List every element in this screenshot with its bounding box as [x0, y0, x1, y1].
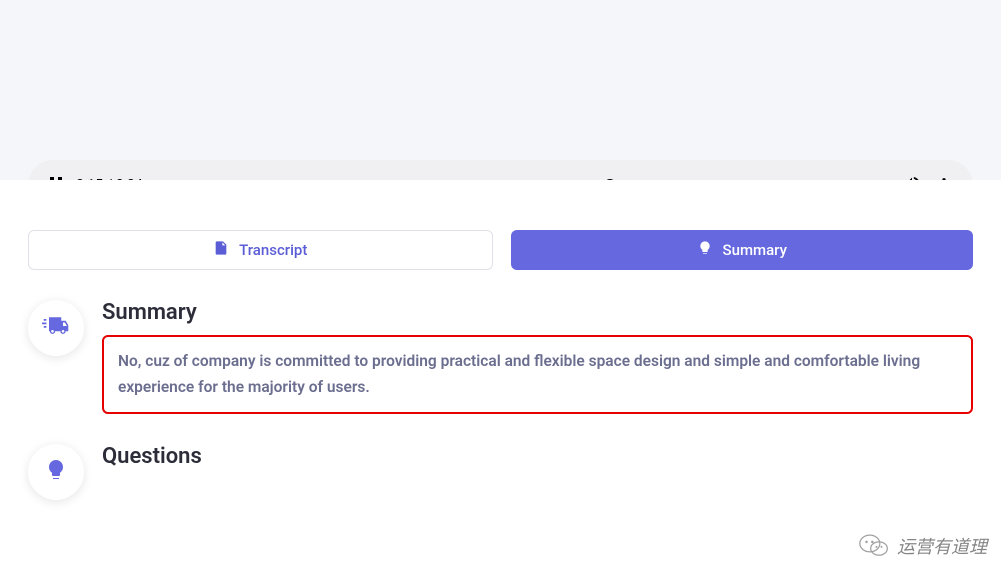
tab-summary-label: Summary	[723, 241, 787, 259]
questions-section: Questions	[28, 444, 973, 500]
shipping-icon	[42, 315, 70, 341]
questions-body: Questions	[102, 444, 973, 479]
tab-transcript-label: Transcript	[239, 241, 307, 259]
watermark-text: 运营有道理	[897, 533, 987, 559]
transcript-icon	[213, 240, 229, 260]
tab-transcript[interactable]: Transcript	[28, 230, 493, 270]
summary-title: Summary	[102, 300, 973, 325]
lightbulb-icon	[697, 240, 713, 260]
summary-section: Summary No, cuz of company is committed …	[28, 300, 973, 414]
summary-text: No, cuz of company is committed to provi…	[102, 335, 973, 414]
content-area: Transcript Summary Summary No, cuz of co…	[0, 180, 1001, 573]
questions-section-icon-wrap	[28, 444, 84, 500]
watermark: 运营有道理	[859, 533, 987, 559]
questions-title: Questions	[102, 444, 973, 469]
lightbulb-filled-icon	[44, 458, 68, 486]
summary-body: Summary No, cuz of company is committed …	[102, 300, 973, 414]
top-panel: 0:15 / 0:24	[0, 0, 1001, 180]
summary-section-icon-wrap	[28, 300, 84, 356]
wechat-icon	[859, 533, 889, 559]
tabs: Transcript Summary	[28, 230, 973, 270]
tab-summary[interactable]: Summary	[511, 230, 974, 270]
